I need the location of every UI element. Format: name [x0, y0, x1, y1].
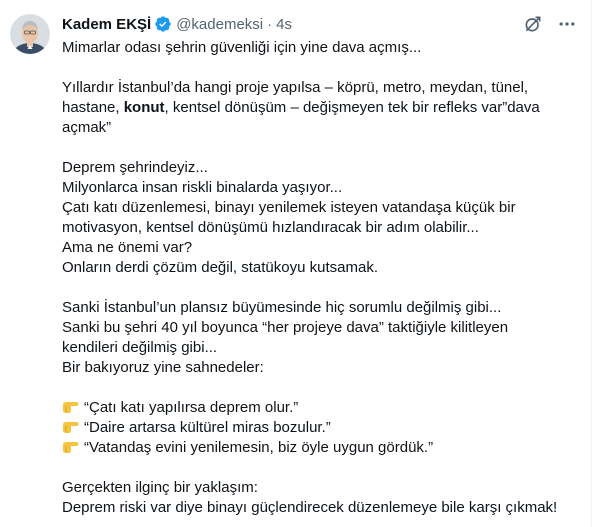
tweet-text-segment: Gerçekten ilginç bir yaklaşım: — [62, 479, 258, 496]
tweet-text-segment: Bir bakıyoruz yine sahnedeler: — [62, 359, 264, 376]
tweet-text-segment: Çatı katı düzenlemesi, binayı yenilemek … — [62, 199, 516, 216]
tweet-line: “Çatı katı yapılırsa deprem olur.” — [62, 398, 588, 418]
tweet-line: Sanki İstanbul’un plansız büyümesinde hi… — [62, 298, 588, 318]
tweet-line: Yıllardır İstanbul’da hangi proje yapıls… — [62, 78, 588, 98]
timestamp[interactable]: 4s — [276, 16, 292, 33]
tweet-text-segment: Yıllardır İstanbul’da hangi proje yapıls… — [62, 79, 529, 96]
author-handle[interactable]: @kademeksi — [176, 16, 263, 33]
tweet-text-segment: “Çatı katı yapılırsa deprem olur.” — [84, 399, 299, 416]
tweet-line: Çatı katı düzenlemesi, binayı yenilemek … — [62, 198, 588, 218]
backhand-index-pointing-right-icon — [62, 439, 80, 455]
tweet-line: Bir bakıyoruz yine sahnedeler: — [62, 358, 588, 378]
tweet-text-segment: Deprem şehrindeyiz... — [62, 159, 208, 176]
tweet-line: Milyonlarca insan riskli binalarda yaşıy… — [62, 178, 588, 198]
tweet-line: kendileri değilmiş gibi... — [62, 338, 588, 358]
tweet-text-segment: Deprem riski var diye binayı güçlendirec… — [62, 499, 558, 516]
tweet-text-segment: motivasyon, kentsel dönüşümü hızlandırac… — [62, 219, 479, 236]
tweet-text-segment: “Vatandaş evini yenilemesin, biz öyle uy… — [84, 439, 434, 456]
tweet-card[interactable]: Kadem EKŞİ @kademeksi · 4s Mimarlar odas… — [0, 0, 592, 527]
tweet-line: Sanki bu şehri 40 yıl boyunca “her proje… — [62, 318, 588, 338]
tweet-line: Gerçekten ilginç bir yaklaşım: — [62, 478, 588, 498]
tweet-text-segment: hastane, — [62, 99, 124, 116]
tweet-text-segment: , kentsel dönüşüm – değişmeyen tek bir r… — [164, 99, 540, 116]
tweet-line: Deprem şehrindeyiz... — [62, 158, 588, 178]
tweet-line: “Vatandaş evini yenilemesin, biz öyle uy… — [62, 438, 588, 458]
tweet-actions — [523, 14, 577, 34]
tweet-text-segment: Onların derdi çözüm değil, statükoyu kut… — [62, 259, 378, 276]
more-icon[interactable] — [557, 14, 577, 34]
avatar[interactable] — [10, 14, 50, 54]
tweet-line: açmak” — [62, 118, 588, 138]
verified-badge-icon — [154, 15, 172, 33]
tweet-line: hastane, konut, kentsel dönüşüm – değişm… — [62, 98, 588, 118]
tweet-text-segment: açmak” — [62, 119, 112, 136]
tweet-text-segment: Sanki İstanbul’un plansız büyümesinde hi… — [62, 299, 502, 316]
header-separator: · — [267, 15, 273, 33]
tweet-header: Kadem EKŞİ @kademeksi · 4s — [62, 13, 292, 35]
author-name[interactable]: Kadem EKŞİ — [62, 16, 151, 33]
tweet-text-segment: Ama ne önemi var? — [62, 239, 193, 256]
tweet-text-segment: “Daire artarsa kültürel miras bozulur.” — [84, 419, 331, 436]
tweet-text-segment: Milyonlarca insan riskli binalarda yaşıy… — [62, 179, 343, 196]
tweet-text: Mimarlar odası şehrin güvenliği için yin… — [62, 38, 588, 518]
tweet-line: Ama ne önemi var? — [62, 238, 588, 258]
bold-keyword: konut — [123, 99, 165, 116]
backhand-index-pointing-right-icon — [62, 399, 80, 415]
tweet-line: motivasyon, kentsel dönüşümü hızlandırac… — [62, 218, 588, 238]
backhand-index-pointing-right-icon — [62, 419, 80, 435]
grok-icon[interactable] — [523, 14, 543, 34]
tweet-line: “Daire artarsa kültürel miras bozulur.” — [62, 418, 588, 438]
tweet-line: Onların derdi çözüm değil, statükoyu kut… — [62, 258, 588, 278]
tweet-line: Deprem riski var diye binayı güçlendirec… — [62, 498, 588, 518]
tweet-text-segment: Mimarlar odası şehrin güvenliği için yin… — [62, 39, 422, 56]
tweet-text-segment: Sanki bu şehri 40 yıl boyunca “her proje… — [62, 319, 509, 336]
tweet-text-segment: kendileri değilmiş gibi... — [62, 339, 218, 356]
tweet-line: Mimarlar odası şehrin güvenliği için yin… — [62, 38, 588, 58]
